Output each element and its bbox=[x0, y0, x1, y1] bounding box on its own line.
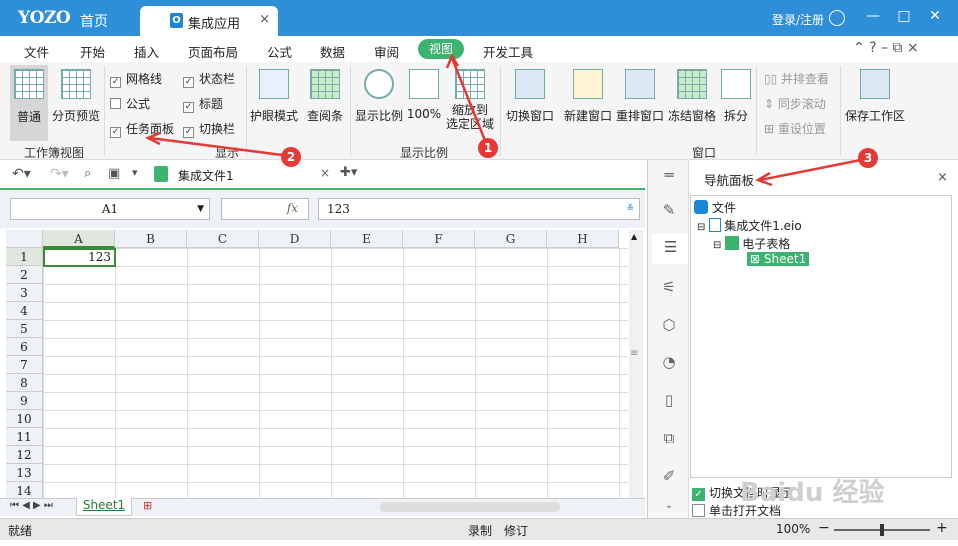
arrow-3 bbox=[759, 157, 867, 182]
annotation-arrows bbox=[144, 53, 867, 187]
annotation-badge-3: 3 bbox=[858, 148, 878, 168]
annotation-badge-1: 1 bbox=[478, 138, 498, 158]
arrow-2 bbox=[149, 136, 291, 158]
annotation-badge-2: 2 bbox=[281, 147, 301, 167]
arrow-1 bbox=[450, 57, 490, 149]
